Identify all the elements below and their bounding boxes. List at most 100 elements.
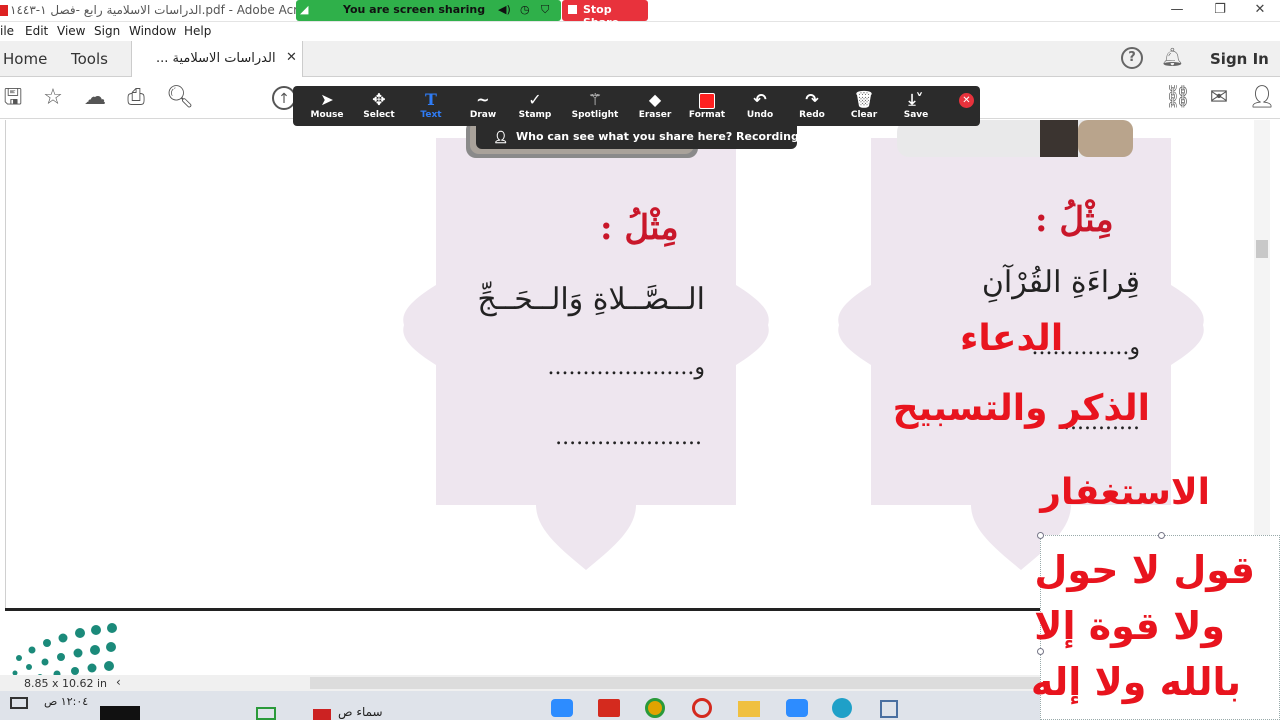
tool-undo[interactable]: ↶ Undo — [734, 90, 786, 120]
share-arrow-icon: ◢ — [300, 3, 309, 16]
check-icon: ✓ — [528, 90, 542, 109]
shield-icon[interactable]: ⛉ — [541, 3, 549, 17]
tool-draw-label: Draw — [469, 110, 497, 120]
trash-icon: 🗑︎ — [853, 90, 875, 109]
minimize-icon[interactable]: — — [1162, 2, 1192, 20]
resize-handle-top[interactable] — [1158, 532, 1165, 539]
zoom-search-icon[interactable]: 🔍︎ — [166, 85, 194, 111]
tab-document[interactable]: الدراسات الاسلامية ... ✕ — [131, 41, 303, 77]
menu-sign[interactable]: Sign — [94, 24, 120, 38]
taskbar-red-app-icon[interactable] — [313, 709, 331, 720]
tool-select[interactable]: ✥ Select — [353, 90, 405, 120]
tool-format[interactable]: Format — [681, 90, 733, 120]
tool-eraser[interactable]: ◆ Eraser — [629, 90, 681, 120]
record-app-icon[interactable] — [692, 698, 712, 718]
left-example-label: مِثْلُ : — [600, 208, 679, 248]
chrome-icon[interactable] — [645, 698, 665, 718]
tool-mouse[interactable]: ➤ Mouse — [301, 90, 353, 120]
undo-icon: ↶ — [753, 90, 767, 109]
tool-select-label: Select — [363, 110, 395, 120]
annotation-text-box[interactable]: قول لا حول ولا قوة إلا بالله ولا إله — [1030, 532, 1280, 720]
annotation-toolbar: ➤ Mouse ✥ Select T Text ∼ Draw ✓ Stamp ⚚ Spotl… — [293, 86, 980, 126]
acrobat-taskbar-icon[interactable] — [598, 699, 620, 717]
window-title: الدراسات الاسلامية رابع -فصل ١-١٤٤٣.pdf … — [10, 3, 344, 17]
zoom-app-icon[interactable] — [551, 699, 573, 717]
page-size-label: 8.85 x 10.62 in — [24, 677, 108, 690]
tool-draw[interactable]: ∼ Draw — [457, 90, 509, 120]
format-square-icon — [681, 90, 733, 110]
timer-icon[interactable]: ◷ — [520, 3, 530, 16]
text-icon: T — [425, 90, 437, 109]
box-line-3: بالله ولا إله — [1030, 660, 1241, 704]
redo-icon: ↷ — [805, 90, 819, 109]
tab-home[interactable]: Home — [3, 50, 47, 68]
sharing-label: You are screen sharing — [343, 3, 486, 16]
taskbar: ١٢:٠٤ ص سماء ص — [0, 691, 1040, 720]
resize-handle-tl[interactable] — [1037, 532, 1044, 539]
taskbar-app-icon[interactable] — [256, 707, 276, 720]
stop-share-label: Stop Share — [583, 3, 620, 29]
menu-help[interactable]: Help — [184, 24, 211, 38]
page-divider — [5, 608, 1040, 611]
draw-icon: ∼ — [476, 90, 490, 109]
save-file-icon[interactable]: 🖫 — [0, 85, 26, 111]
save-icon: ⤓˅ — [908, 90, 924, 109]
email-icon[interactable]: ✉ — [1206, 85, 1232, 111]
upload-cloud-icon[interactable]: ☁ — [82, 85, 108, 111]
resize-handle-left[interactable] — [1037, 648, 1044, 655]
close-annotation-icon[interactable]: ✕ — [959, 93, 974, 108]
tool-spotlight-label: Spotlight — [571, 110, 619, 120]
document-tab-label: الدراسات الاسلامية ... — [156, 51, 276, 66]
sharing-status-pill: ◢ You are screen sharing ◀) ◷ ⛉ — [296, 0, 561, 21]
tool-mouse-label: Mouse — [310, 110, 344, 120]
edge-icon[interactable] — [832, 698, 852, 718]
acrobat-app-icon — [0, 5, 8, 16]
restore-icon[interactable]: ❐ — [1205, 2, 1235, 20]
taskbar-thumbnail[interactable] — [100, 706, 140, 720]
help-icon[interactable]: ? — [1121, 47, 1143, 69]
share-link-icon[interactable]: ⛓ — [1164, 85, 1192, 111]
recording-notice: Who can see what you share here? Recordi… — [516, 130, 820, 143]
menu-view[interactable]: View — [57, 24, 85, 38]
menu-edit[interactable]: Edit — [25, 24, 48, 38]
annotation-doaa: الدعاء — [960, 318, 1064, 359]
box-line-1: قول لا حول — [1034, 548, 1255, 592]
cursor-icon: ➤ — [320, 90, 334, 109]
eraser-icon: ◆ — [648, 90, 662, 109]
menu-window[interactable]: Window — [129, 24, 176, 38]
left-card-shape — [403, 120, 769, 570]
file-explorer-icon[interactable] — [738, 701, 760, 717]
tool-save[interactable]: ⤓˅ Save — [890, 90, 942, 120]
tool-stamp-label: Stamp — [518, 110, 552, 120]
add-user-icon[interactable]: 👤︎ — [1248, 85, 1276, 111]
tab-tools[interactable]: Tools — [71, 50, 108, 68]
left-line-3: ..................... — [555, 425, 702, 450]
right-line-1: قِراءَةِ القُرْآنِ — [981, 265, 1140, 300]
task-view-icon[interactable] — [10, 697, 28, 709]
recording-notice-bar[interactable]: 👤︎ Who can see what you share here? Reco… — [476, 126, 820, 149]
screen-share-bar: ◢ You are screen sharing ◀) ◷ ⛉ Stop Sha… — [296, 0, 648, 29]
tool-format-label: Format — [688, 110, 726, 120]
sign-in-button[interactable]: Sign In — [1210, 50, 1269, 68]
snip-tool-icon[interactable] — [880, 700, 898, 718]
stop-square-icon — [568, 5, 577, 14]
vertical-scroll-thumb[interactable] — [1256, 240, 1268, 258]
speaker-icon[interactable]: ◀) — [498, 3, 511, 16]
close-window-icon[interactable]: ✕ — [1245, 2, 1275, 20]
tool-clear-label: Clear — [850, 110, 878, 120]
zoom-meeting-icon[interactable] — [786, 699, 808, 717]
horizontal-scrollbar[interactable] — [310, 677, 1040, 689]
tool-spotlight[interactable]: ⚚ Spotlight — [569, 90, 621, 120]
stop-share-button[interactable]: Stop Share — [562, 0, 648, 29]
tool-stamp[interactable]: ✓ Stamp — [509, 90, 561, 120]
scroll-left-icon[interactable]: ‹ — [116, 675, 121, 689]
bell-icon[interactable]: 🔔︎ — [1161, 47, 1184, 68]
right-example-label: مِثْلُ : — [1035, 200, 1114, 240]
close-tab-icon[interactable]: ✕ — [286, 50, 297, 65]
tool-text[interactable]: T Text — [405, 90, 457, 120]
print-icon[interactable]: ⎙ — [123, 85, 149, 111]
tool-redo[interactable]: ↷ Redo — [786, 90, 838, 120]
tool-clear[interactable]: 🗑︎ Clear — [838, 90, 890, 120]
menu-file[interactable]: ile — [0, 24, 14, 38]
bookmark-star-icon[interactable]: ☆ — [40, 85, 66, 111]
